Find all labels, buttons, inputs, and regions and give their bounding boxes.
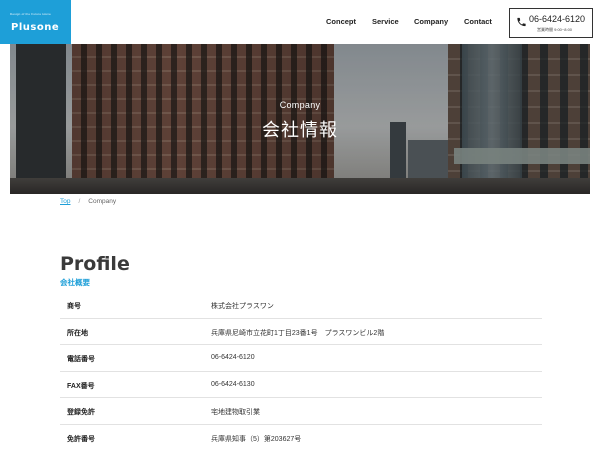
row-label: 所在地	[67, 329, 88, 337]
row-value: 兵庫県知事（5）第203627号	[211, 435, 302, 443]
row-label: 商号	[67, 303, 81, 310]
breadcrumb: Top / Company	[60, 198, 116, 205]
nav-concept[interactable]: Concept	[326, 17, 356, 26]
tel-button[interactable]: 06-6424-6120 営業時間 9:00~8:00	[509, 8, 593, 38]
row-value: 株式会社プラスワン	[211, 303, 274, 310]
logo[interactable]: Design of the Future Home Plusone	[0, 0, 71, 44]
nav-service[interactable]: Service	[372, 17, 399, 26]
nav-contact[interactable]: Contact	[464, 17, 492, 26]
table-row: 所在地 兵庫県尼崎市立花町1丁目23番1号 プラスワンビル2階	[60, 319, 542, 345]
row-value: 宅地建物取引業	[211, 409, 260, 416]
phone-icon	[517, 17, 526, 27]
breadcrumb-separator: /	[78, 198, 81, 205]
logo-name: Plusone	[11, 22, 60, 33]
breadcrumb-top-link[interactable]: Top	[60, 198, 70, 205]
profile-table: 商号 株式会社プラスワン 所在地 兵庫県尼崎市立花町1丁目23番1号 プラスワン…	[60, 292, 542, 450]
breadcrumb-current: Company	[88, 198, 117, 205]
row-value: 06-6424-6130	[211, 380, 255, 388]
hero-subtitle: Company	[279, 100, 321, 110]
row-label: 免許番号	[67, 435, 95, 443]
hero-title: 会社情報	[262, 120, 338, 141]
logo-tagline: Design of the Future Home	[10, 12, 52, 16]
table-row: FAX番号 06-6424-6130	[60, 372, 542, 398]
profile-subtitle: 会社概要	[60, 278, 90, 287]
row-label: 電話番号	[67, 356, 95, 363]
table-row: 商号 株式会社プラスワン	[60, 292, 542, 319]
row-value: 06-6424-6120	[211, 354, 255, 361]
site-header: Design of the Future Home Plusone Concep…	[0, 0, 600, 44]
tel-hours: 営業時間 9:00~8:00	[537, 27, 573, 32]
profile-title: Profile	[60, 253, 130, 275]
table-row: 電話番号 06-6424-6120	[60, 345, 542, 372]
row-value: 兵庫県尼崎市立花町1丁目23番1号 プラスワンビル2階	[211, 329, 385, 337]
row-label: FAX番号	[67, 382, 95, 390]
tel-number: 06-6424-6120	[529, 14, 586, 24]
table-row: 登録免許 宅地建物取引業	[60, 398, 542, 425]
hero-banner: Company 会社情報	[10, 44, 590, 194]
nav-company[interactable]: Company	[414, 17, 448, 26]
table-row: 免許番号 兵庫県知事（5）第203627号	[60, 425, 542, 450]
row-label: 登録免許	[67, 409, 95, 416]
